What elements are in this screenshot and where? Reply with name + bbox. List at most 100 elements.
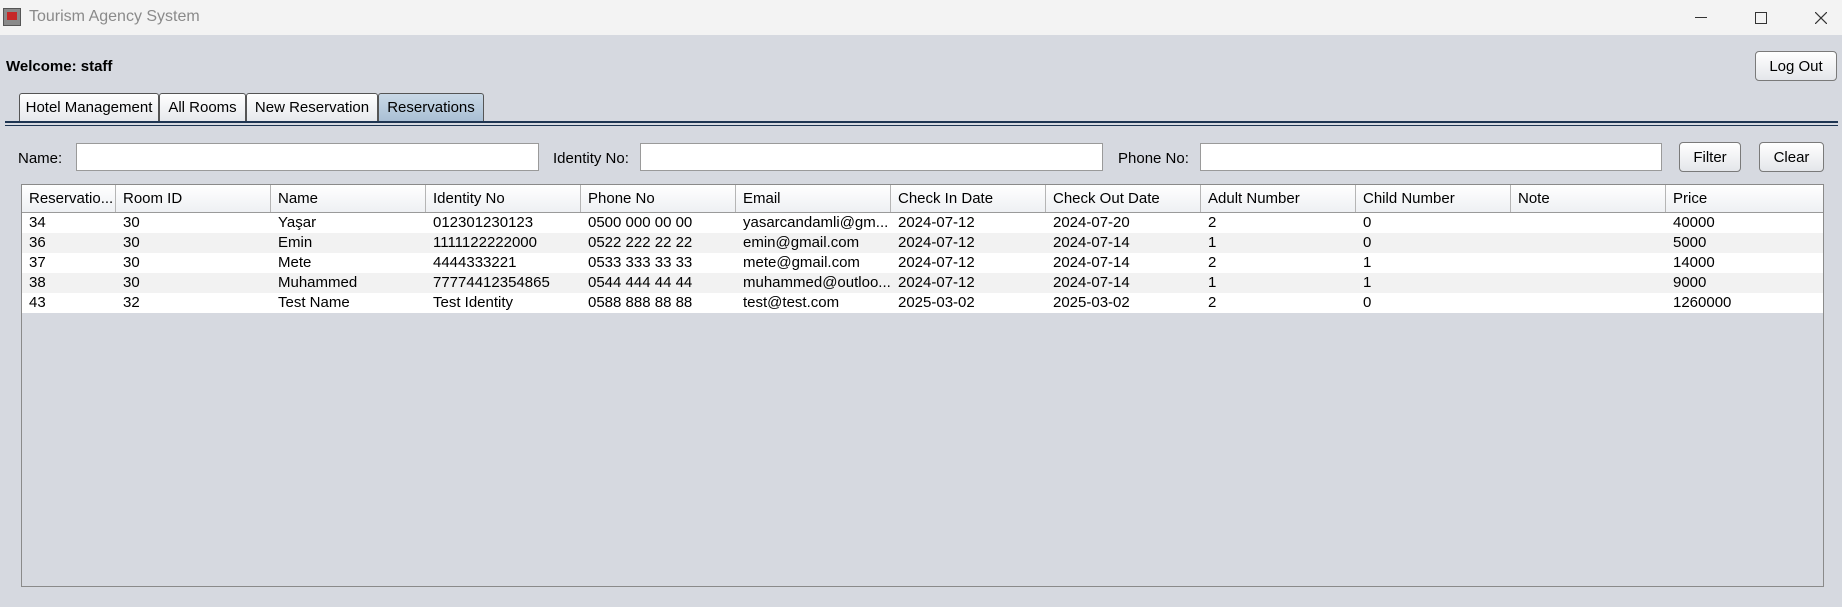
table-cell: Muhammed: [278, 274, 358, 291]
table-cell: 34: [29, 214, 46, 231]
table-cell: muhammed@outloo...: [743, 274, 891, 291]
tab-divider-secondary: [5, 125, 1838, 126]
table-cell: 43: [29, 294, 46, 311]
table-cell: 2024-07-14: [1053, 234, 1130, 251]
table-cell: 1: [1363, 274, 1372, 291]
table-cell: 1: [1208, 274, 1217, 291]
table-header: Reservatio... Room ID Name Identity No P…: [22, 185, 1823, 213]
table-cell: 40000: [1673, 214, 1715, 231]
table-cell: 0533 333 33 33: [588, 254, 693, 271]
minimize-icon: [1695, 17, 1707, 18]
table-cell: 0: [1363, 294, 1372, 311]
column-header[interactable]: Reservatio...: [22, 185, 116, 212]
table-cell: 0588 888 88 88: [588, 294, 693, 311]
column-header[interactable]: Check Out Date: [1046, 185, 1201, 212]
maximize-icon: [1755, 11, 1767, 24]
column-header[interactable]: Adult Number: [1201, 185, 1356, 212]
table-cell: 30: [123, 234, 140, 251]
table-cell: [1511, 293, 1666, 313]
reservations-table[interactable]: Reservatio... Room ID Name Identity No P…: [21, 184, 1824, 587]
table-row[interactable]: 34 30 Yaşar 012301230123 0500 000 00 00 yasar…: [22, 213, 1823, 233]
table-row[interactable]: 36 30 Emin 1111122222000 0522 222 22 22 emin@…: [22, 233, 1823, 253]
window-title: Tourism Agency System: [29, 8, 200, 25]
tab-divider: [5, 121, 1838, 123]
table-row[interactable]: 38 30 Muhammed 77774412354865 0544 444 44 44…: [22, 273, 1823, 293]
table-cell: [1511, 273, 1666, 293]
phone-input[interactable]: [1200, 143, 1662, 171]
table-cell: Mete: [278, 254, 312, 271]
column-header[interactable]: Name: [271, 185, 426, 212]
table-cell: 77774412354865: [433, 274, 550, 291]
table-cell: [1511, 233, 1666, 253]
table-cell: 2024-07-14: [1053, 274, 1130, 291]
table-cell: 38: [29, 274, 46, 291]
minimize-button[interactable]: [1676, 0, 1726, 35]
close-button[interactable]: [1796, 0, 1842, 35]
table-cell: 2024-07-12: [898, 254, 975, 271]
table-cell: 2025-03-02: [1053, 294, 1130, 311]
identity-label: Identity No:: [553, 150, 629, 167]
phone-label: Phone No:: [1118, 150, 1189, 167]
name-label: Name:: [18, 150, 63, 167]
table-cell: 36: [29, 234, 46, 251]
tab-reservations[interactable]: Reservations: [378, 93, 484, 121]
table-cell: yasarcandamli@gm...: [743, 214, 889, 231]
table-cell: [1511, 213, 1666, 233]
table-cell: 2024-07-20: [1053, 214, 1130, 231]
table-cell: Yaşar: [278, 214, 317, 231]
welcome-text: Welcome: staff: [6, 58, 113, 75]
table-cell: 1: [1208, 234, 1217, 251]
title-bar: Tourism Agency System: [0, 0, 1842, 35]
column-header[interactable]: Identity No: [426, 185, 581, 212]
tab-hotel-management[interactable]: Hotel Management: [19, 93, 159, 121]
table-cell: 2024-07-12: [898, 214, 975, 231]
table-cell: Test Identity: [433, 294, 514, 311]
table-cell: 012301230123: [433, 214, 534, 231]
column-header[interactable]: Note: [1511, 185, 1666, 212]
table-cell: 0: [1363, 214, 1372, 231]
table-cell: mete@gmail.com: [743, 254, 860, 271]
table-cell: Test Name: [278, 294, 350, 311]
table-cell: 30: [123, 274, 140, 291]
table-cell: 9000: [1673, 274, 1707, 291]
table-cell: test@test.com: [743, 294, 840, 311]
table-body: 34 30 Yaşar 012301230123 0500 000 00 00 yasar…: [22, 213, 1823, 313]
table-cell: 2: [1208, 254, 1217, 271]
identity-input[interactable]: [640, 143, 1103, 171]
table-cell: 0: [1363, 234, 1372, 251]
table-cell: Emin: [278, 234, 313, 251]
filter-button[interactable]: Filter: [1679, 142, 1741, 172]
column-header[interactable]: Child Number: [1356, 185, 1511, 212]
table-cell: 30: [123, 214, 140, 231]
table-cell: emin@gmail.com: [743, 234, 860, 251]
table-cell: 1111122222000: [433, 234, 537, 251]
app-icon: [3, 8, 21, 26]
tab-all-rooms[interactable]: All Rooms: [159, 93, 246, 121]
table-cell: 32: [123, 294, 140, 311]
clear-button[interactable]: Clear: [1759, 142, 1824, 172]
table-cell: 4444333221: [433, 254, 517, 271]
logout-button[interactable]: Log Out: [1755, 51, 1837, 81]
table-cell: 2: [1208, 294, 1217, 311]
table-cell: 2024-07-12: [898, 274, 975, 291]
table-row[interactable]: 43 32 Test Name Test Identity 0588 888 88 88…: [22, 293, 1823, 313]
table-cell: 0544 444 44 44: [588, 274, 693, 291]
maximize-button[interactable]: [1736, 0, 1786, 35]
column-header[interactable]: Room ID: [116, 185, 271, 212]
table-cell: [1511, 253, 1666, 273]
tab-new-reservation[interactable]: New Reservation: [246, 93, 378, 121]
column-header[interactable]: Price: [1666, 185, 1823, 212]
table-cell: 2024-07-12: [898, 234, 975, 251]
column-header[interactable]: Phone No: [581, 185, 736, 212]
table-cell: 30: [123, 254, 140, 271]
table-cell: 2024-07-14: [1053, 254, 1130, 271]
column-header[interactable]: Check In Date: [891, 185, 1046, 212]
table-cell: 37: [29, 254, 46, 271]
table-cell: 1260000: [1673, 294, 1732, 311]
close-icon: [1815, 11, 1827, 24]
name-input[interactable]: [76, 143, 539, 171]
table-row[interactable]: 37 30 Mete 4444333221 0533 333 33 33 mete@gma…: [22, 253, 1823, 273]
table-cell: 0500 000 00 00: [588, 214, 693, 231]
column-header[interactable]: Email: [736, 185, 891, 212]
table-cell: 0522 222 22 22: [588, 234, 693, 251]
